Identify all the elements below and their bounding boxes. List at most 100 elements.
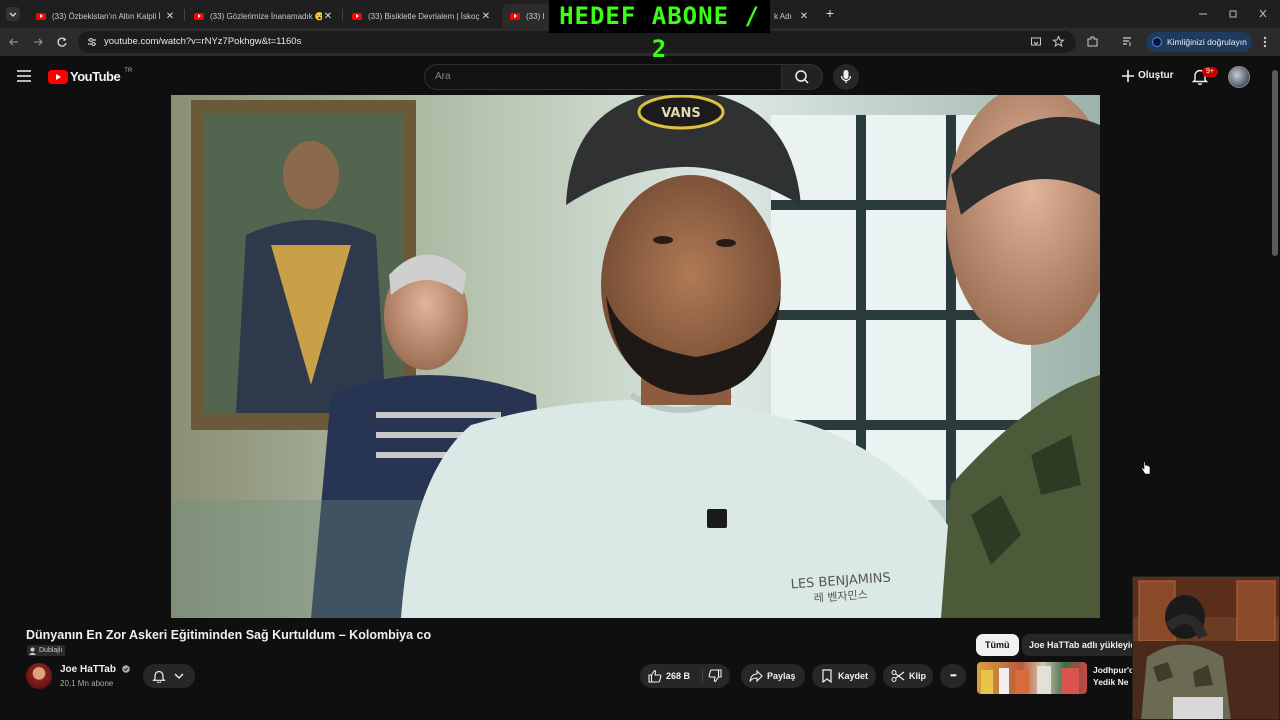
bookmark-star-icon[interactable] bbox=[1052, 35, 1065, 48]
tab-title: (33) Gözlerimize İnanamadık 😮 bbox=[210, 11, 322, 21]
mouse-cursor-hand-icon bbox=[1141, 461, 1151, 475]
recommended-title-line: Jodhpur'c bbox=[1093, 665, 1134, 675]
browser-tab-active[interactable]: (33) Dü bbox=[502, 4, 552, 28]
restore-icon[interactable] bbox=[1226, 8, 1240, 20]
verified-badge-icon bbox=[121, 665, 130, 673]
chevron-down-icon bbox=[9, 12, 17, 17]
thumbs-up-icon bbox=[648, 669, 662, 683]
search-placeholder: Ara bbox=[435, 71, 451, 82]
tab-title: (33) Özbekistan'ın Altın Kalpli İ bbox=[52, 11, 161, 21]
hamburger-menu-icon[interactable] bbox=[17, 70, 31, 82]
close-tab-icon[interactable]: ✕ bbox=[798, 11, 810, 22]
country-code: TR bbox=[124, 67, 133, 74]
webcam-image bbox=[1133, 577, 1279, 719]
video-still-image: VANS LES BENJAMINS 레 벤자민스 bbox=[171, 95, 1100, 618]
address-bar[interactable]: youtube.com/watch?v=rNYz7Pokhgw&t=1160s bbox=[78, 31, 1076, 53]
microphone-icon bbox=[840, 70, 852, 83]
youtube-play-logo-icon bbox=[48, 69, 68, 84]
verify-identity-button[interactable]: Kimliğinizi doğrulayın bbox=[1146, 32, 1252, 52]
cap-logo-text: VANS bbox=[661, 106, 700, 121]
youtube-favicon-icon bbox=[352, 12, 362, 20]
verify-label: Kimliğinizi doğrulayın bbox=[1167, 37, 1247, 47]
search-button[interactable] bbox=[781, 64, 823, 90]
search-input[interactable]: Ara bbox=[424, 64, 782, 90]
close-tab-icon[interactable]: ✕ bbox=[480, 11, 492, 22]
video-frame[interactable]: VANS LES BENJAMINS 레 벤자민스 bbox=[171, 95, 1100, 618]
youtube-favicon-icon bbox=[510, 12, 520, 20]
media-control-icon[interactable] bbox=[1121, 35, 1134, 48]
browser-tab[interactable]: (33) Özbekistan'ın Altın Kalpli İ ✕ bbox=[28, 4, 184, 28]
bookmark-icon bbox=[822, 669, 832, 683]
chevron-down-icon bbox=[174, 673, 184, 679]
like-button[interactable]: 268 B bbox=[640, 664, 702, 688]
scissors-icon bbox=[891, 670, 905, 682]
thumbs-down-icon bbox=[708, 669, 722, 683]
like-divider bbox=[702, 669, 703, 683]
share-button[interactable]: Paylaş bbox=[741, 664, 805, 688]
url-text: youtube.com/watch?v=rNYz7Pokhgw&t=1160s bbox=[104, 36, 302, 47]
voice-search-button[interactable] bbox=[833, 64, 859, 90]
tab-separator bbox=[184, 9, 185, 21]
account-avatar[interactable] bbox=[1228, 66, 1250, 88]
recommended-title-line: Yedik Ne bbox=[1093, 677, 1129, 687]
video-title: Dünyanın En Zor Askeri Eğitiminden Sağ K… bbox=[26, 628, 432, 642]
reload-icon[interactable] bbox=[55, 35, 69, 49]
recommended-video-thumbnail[interactable] bbox=[977, 662, 1087, 694]
extensions-icon[interactable] bbox=[1086, 35, 1099, 48]
stream-goal-banner: HEDEF ABONE / 2 bbox=[549, 0, 770, 63]
forward-icon[interactable] bbox=[31, 35, 45, 49]
tab-search-button[interactable] bbox=[6, 7, 20, 21]
youtube-wordmark: YouTube bbox=[70, 69, 121, 84]
tab-title: k Adı bbox=[774, 11, 792, 21]
profile-circle-icon bbox=[1152, 37, 1162, 47]
channel-name-link[interactable]: Joe HaTTab bbox=[60, 664, 130, 675]
bell-icon bbox=[152, 670, 166, 683]
chip-all[interactable]: Tümü bbox=[976, 634, 1019, 656]
browser-tab[interactable]: (33) Bisikletle Devrialem | İskoç ✕ bbox=[344, 4, 500, 28]
video-player[interactable]: VANS LES BENJAMINS 레 벤자민스 bbox=[0, 95, 1270, 618]
like-count: 268 B bbox=[666, 671, 691, 681]
site-info-icon[interactable] bbox=[86, 36, 98, 48]
youtube-favicon-icon bbox=[194, 12, 204, 20]
browser-tab[interactable]: k Adı ✕ bbox=[766, 4, 818, 28]
cast-icon[interactable] bbox=[1030, 36, 1042, 48]
channel-name: Joe HaTTab bbox=[60, 664, 116, 675]
share-label: Paylaş bbox=[767, 671, 796, 681]
browser-menu-icon[interactable] bbox=[1260, 35, 1270, 49]
dubbed-label: Dublajlı bbox=[39, 647, 63, 654]
close-tab-icon[interactable]: ✕ bbox=[322, 11, 334, 22]
recommended-video-title[interactable]: Jodhpur'c Yedik Ne bbox=[1093, 664, 1134, 688]
youtube-logo[interactable]: YouTube TR bbox=[48, 67, 133, 84]
back-icon[interactable] bbox=[7, 35, 21, 49]
subscriber-count: 20,1 Mn abone bbox=[60, 679, 114, 688]
create-button[interactable]: Oluştur bbox=[1118, 65, 1174, 87]
create-label: Oluştur bbox=[1138, 70, 1174, 81]
subscription-bell-button[interactable] bbox=[143, 664, 195, 688]
scrollbar-thumb[interactable] bbox=[1272, 70, 1278, 256]
plus-icon bbox=[1122, 70, 1134, 82]
notification-count-badge: 9+ bbox=[1202, 67, 1218, 77]
channel-avatar[interactable] bbox=[26, 663, 52, 689]
youtube-header: YouTube TR Ara Oluştur 9+ bbox=[0, 56, 1280, 96]
new-tab-button[interactable]: + bbox=[822, 5, 838, 21]
clip-button[interactable]: Klip bbox=[883, 664, 933, 688]
dubbed-badge: Dublajlı bbox=[27, 645, 66, 656]
thumbnail-image bbox=[981, 666, 1079, 694]
save-button[interactable]: Kaydet bbox=[812, 664, 876, 688]
streamer-webcam-overlay bbox=[1132, 576, 1280, 720]
tab-separator bbox=[342, 9, 343, 21]
close-window-icon[interactable] bbox=[1256, 8, 1270, 20]
like-dislike-group: 268 B bbox=[640, 664, 730, 688]
tab-title: (33) Bisikletle Devrialem | İskoç bbox=[368, 11, 480, 21]
minimize-icon[interactable] bbox=[1196, 8, 1210, 20]
tab-title: (33) Dü bbox=[526, 11, 544, 21]
dislike-button[interactable] bbox=[708, 669, 722, 683]
close-tab-icon[interactable]: ✕ bbox=[164, 11, 176, 22]
more-actions-button[interactable]: ••• bbox=[940, 664, 966, 688]
chip-from-uploader[interactable]: Joe HaTTab adlı yükleyic bbox=[1022, 634, 1143, 656]
browser-tab[interactable]: (33) Gözlerimize İnanamadık 😮 ✕ bbox=[186, 4, 342, 28]
person-voice-icon bbox=[29, 647, 36, 655]
search-icon bbox=[795, 70, 809, 84]
save-label: Kaydet bbox=[838, 671, 869, 681]
share-arrow-icon bbox=[749, 669, 763, 683]
